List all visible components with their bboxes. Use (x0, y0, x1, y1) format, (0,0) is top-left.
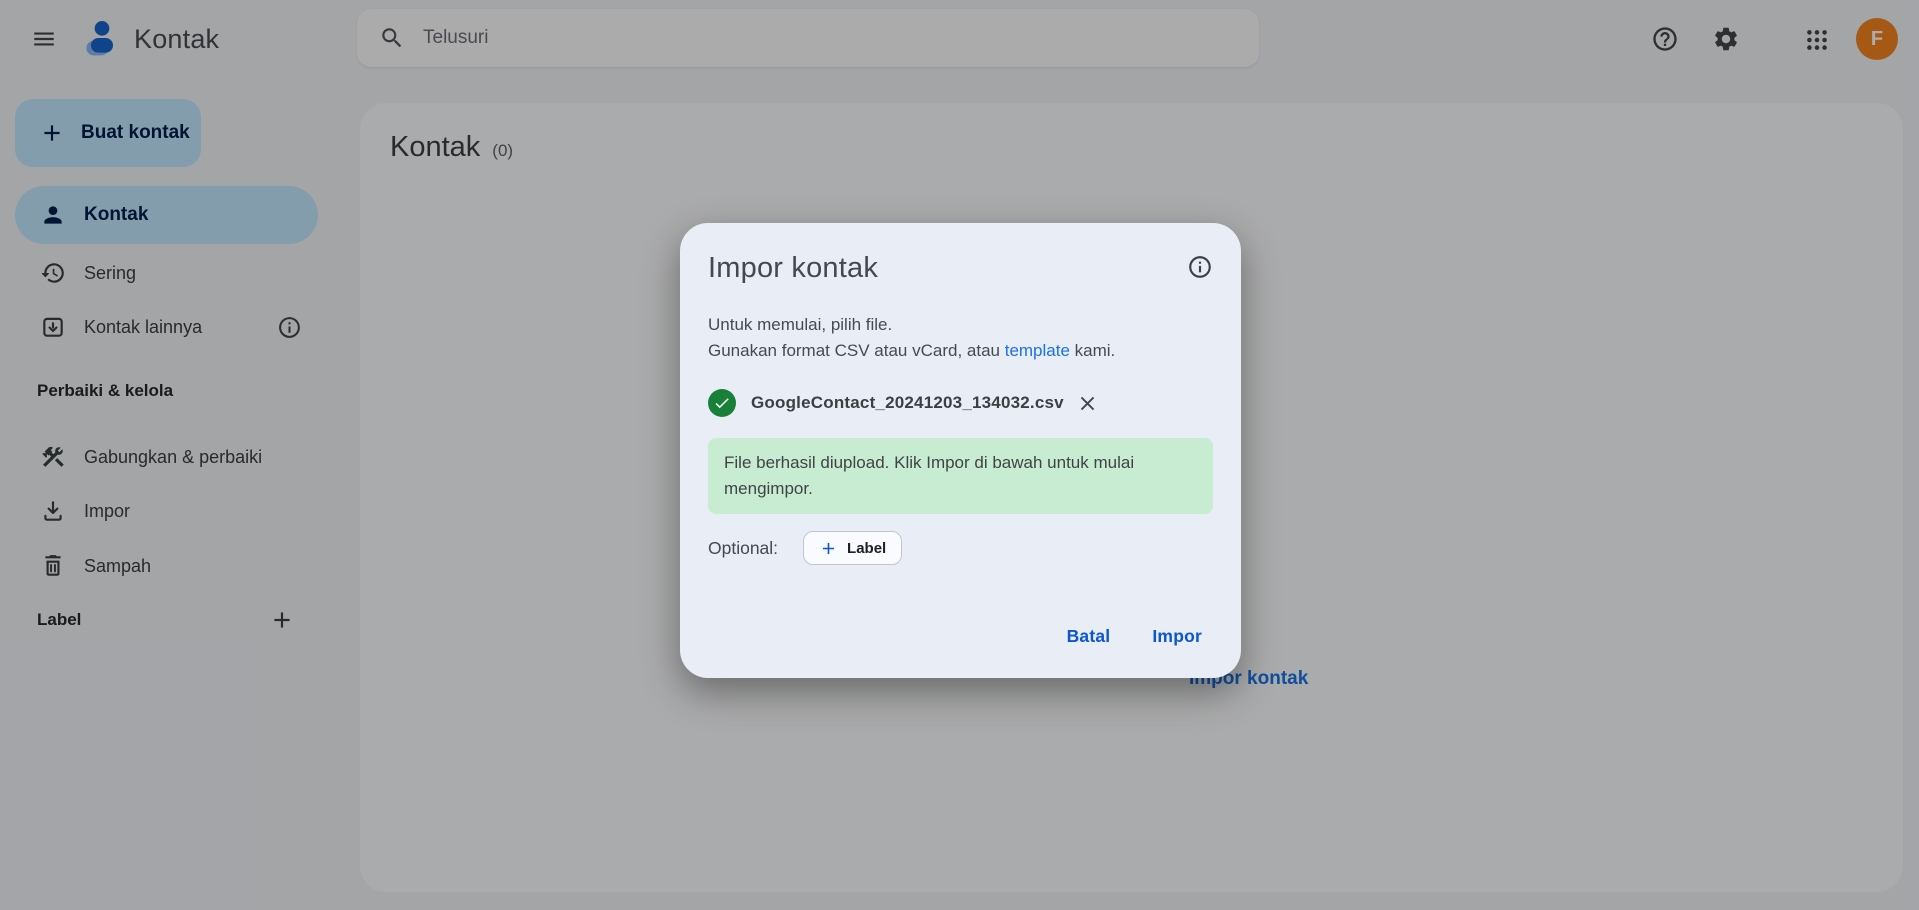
add-label-chip-text: Label (847, 540, 886, 557)
uploaded-file-row: GoogleContact_20241203_134032.csv (708, 389, 1213, 417)
instructions-line2-text: Gunakan format CSV atau vCard, atau (708, 341, 1005, 360)
optional-label: Optional: (708, 538, 778, 559)
check-circle-icon (708, 389, 736, 417)
instructions-line1: Untuk memulai, pilih file. (708, 312, 1213, 338)
uploaded-file-name: GoogleContact_20241203_134032.csv (751, 393, 1064, 413)
template-link[interactable]: template (1005, 341, 1070, 360)
dialog-actions: Batal Impor (1050, 617, 1219, 656)
google-contacts-app: Kontak (0, 0, 1919, 910)
instructions-line2: Gunakan format CSV atau vCard, atau temp… (708, 338, 1213, 364)
dialog-header: Impor kontak (708, 249, 1213, 287)
dialog-title: Impor kontak (708, 249, 878, 287)
plus-icon (819, 539, 838, 558)
info-icon (1187, 254, 1213, 280)
optional-label-row: Optional: Label (708, 531, 1213, 565)
upload-success-message: File berhasil diupload. Klik Impor di ba… (708, 438, 1213, 514)
import-contacts-dialog: Impor kontak Untuk memulai, pilih file. … (680, 223, 1241, 678)
cancel-button[interactable]: Batal (1050, 617, 1128, 656)
instructions-line2-suffix: kami. (1070, 341, 1115, 360)
dialog-instructions: Untuk memulai, pilih file. Gunakan forma… (708, 312, 1213, 364)
remove-file-button[interactable] (1076, 392, 1099, 415)
import-button[interactable]: Impor (1135, 617, 1219, 656)
close-icon (1076, 392, 1099, 415)
add-label-chip-button[interactable]: Label (803, 531, 902, 565)
dialog-info-button[interactable] (1187, 254, 1213, 280)
